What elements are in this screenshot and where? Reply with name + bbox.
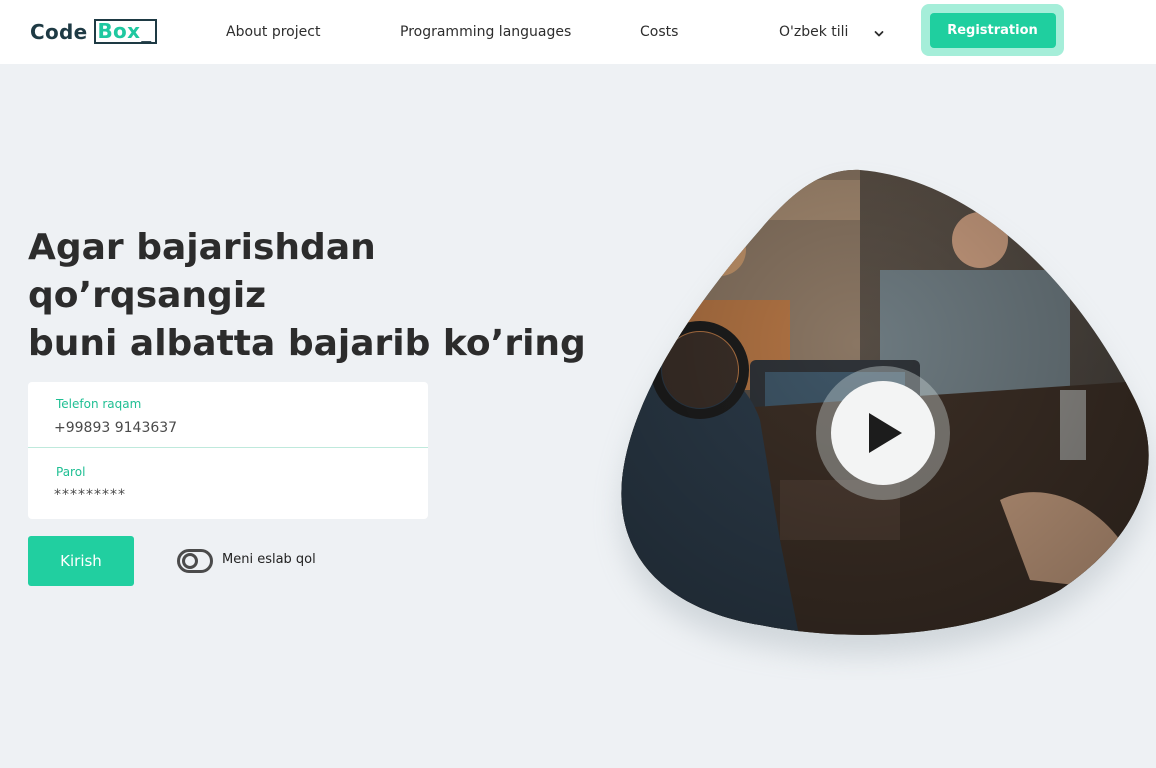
logo[interactable]: Code Box _ [30, 19, 157, 44]
password-label: Parol [56, 465, 86, 479]
nav-programming-languages[interactable]: Programming languages [400, 24, 571, 40]
registration-button[interactable]: Registration [929, 12, 1056, 48]
hero-title-line-1: Agar bajarishdan qo’rqsangiz [28, 227, 376, 316]
phone-label: Telefon raqam [56, 397, 142, 411]
nav-costs[interactable]: Costs [640, 24, 678, 40]
play-video-button[interactable] [816, 366, 950, 500]
hero-title-line-2: buni albatta bajarib ko’ring [28, 323, 586, 364]
play-icon [869, 413, 902, 453]
password-field[interactable]: Parol ********* [28, 449, 428, 519]
logo-box-text: Box [97, 19, 141, 43]
phone-field[interactable]: Telefon raqam +99893 9143637 [28, 382, 428, 448]
login-form: Telefon raqam +99893 9143637 Parol *****… [28, 382, 428, 519]
login-button[interactable]: Kirish [28, 536, 134, 586]
language-selected: O'zbek tili [779, 24, 849, 40]
language-select[interactable]: O'zbek tili [779, 24, 884, 40]
site-header: Code Box _ About project Programming lang… [0, 0, 1156, 64]
remember-me-label[interactable]: Meni eslab qol [222, 552, 316, 567]
registration-button-halo: Registration [921, 4, 1064, 56]
password-input[interactable]: ********* [54, 487, 126, 503]
logo-cursor: _ [141, 19, 152, 43]
chevron-down-icon [874, 27, 884, 37]
hero-title: Agar bajarishdan qo’rqsangiz buni albatt… [28, 224, 588, 368]
nav-about-project[interactable]: About project [226, 24, 320, 40]
play-button-circle [831, 381, 935, 485]
logo-code-text: Code [30, 19, 88, 44]
remember-me-toggle[interactable] [177, 549, 213, 573]
toggle-knob [182, 553, 198, 569]
phone-input[interactable]: +99893 9143637 [54, 420, 177, 436]
logo-box: Box _ [93, 19, 157, 44]
